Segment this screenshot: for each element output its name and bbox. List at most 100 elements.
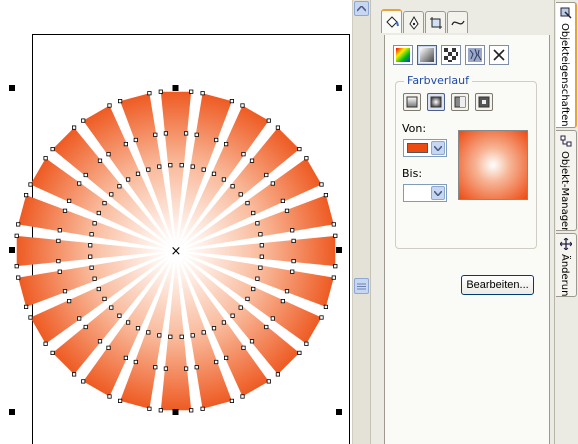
path-node[interactable]	[183, 366, 189, 371]
texture-fill-button[interactable]	[465, 45, 485, 65]
path-node[interactable]	[190, 333, 195, 338]
selection-handle[interactable]	[336, 85, 342, 91]
path-node[interactable]	[270, 181, 275, 186]
path-node[interactable]	[258, 232, 263, 237]
path-node[interactable]	[147, 406, 152, 411]
path-node[interactable]	[83, 172, 88, 178]
path-node[interactable]	[157, 164, 162, 169]
path-node[interactable]	[333, 233, 338, 238]
path-node[interactable]	[290, 228, 295, 233]
path-node[interactable]	[200, 91, 205, 96]
path-node[interactable]	[179, 334, 184, 339]
path-node[interactable]	[135, 171, 141, 176]
path-node[interactable]	[96, 286, 101, 292]
path-node[interactable]	[109, 305, 114, 310]
path-node[interactable]	[106, 345, 111, 350]
path-node[interactable]	[109, 192, 114, 197]
path-node[interactable]	[107, 394, 112, 399]
path-node[interactable]	[249, 339, 255, 344]
to-color-picker[interactable]	[403, 184, 447, 202]
path-node[interactable]	[92, 276, 97, 281]
path-node[interactable]	[97, 339, 103, 344]
selection-handle[interactable]	[9, 85, 15, 91]
path-node[interactable]	[14, 233, 19, 238]
transform-tab[interactable]	[425, 11, 446, 33]
path-node[interactable]	[153, 365, 158, 370]
path-node[interactable]	[290, 269, 295, 274]
path-node[interactable]	[275, 125, 281, 130]
path-node[interactable]	[297, 350, 302, 356]
path-node[interactable]	[57, 228, 62, 233]
path-node[interactable]	[229, 99, 234, 104]
path-node[interactable]	[297, 146, 302, 152]
path-node[interactable]	[43, 156, 48, 161]
path-node[interactable]	[168, 334, 173, 339]
path-node[interactable]	[214, 359, 219, 365]
path-node[interactable]	[194, 365, 199, 370]
side-tab-object-manager[interactable]: Objekt-Manager	[556, 130, 577, 231]
path-node[interactable]	[189, 408, 194, 413]
path-node[interactable]	[96, 210, 101, 216]
path-node[interactable]	[16, 275, 21, 280]
path-node[interactable]	[238, 305, 243, 310]
path-node[interactable]	[291, 238, 296, 243]
path-node[interactable]	[251, 210, 256, 216]
sunburst-drawing[interactable]: ×	[0, 0, 352, 444]
path-node[interactable]	[118, 99, 123, 104]
path-node[interactable]	[77, 316, 82, 321]
path-node[interactable]	[245, 200, 250, 206]
path-node[interactable]	[16, 222, 21, 227]
path-node[interactable]	[211, 326, 217, 331]
path-node[interactable]	[280, 198, 286, 203]
path-node[interactable]	[168, 163, 173, 168]
from-dropdown-arrow[interactable]	[431, 141, 445, 155]
side-tab-object-properties[interactable]: Objekteigenschaften	[556, 2, 577, 128]
path-node[interactable]	[221, 320, 226, 325]
path-node[interactable]	[240, 103, 245, 108]
from-color-picker[interactable]	[403, 139, 447, 157]
path-node[interactable]	[200, 406, 205, 411]
path-node[interactable]	[223, 141, 229, 147]
path-node[interactable]	[89, 265, 94, 270]
path-node[interactable]	[190, 164, 195, 169]
selection-handle[interactable]	[9, 409, 15, 415]
path-node[interactable]	[323, 304, 329, 310]
path-node[interactable]	[102, 200, 107, 206]
to-dropdown-arrow[interactable]	[431, 186, 445, 200]
path-node[interactable]	[221, 177, 226, 182]
path-node[interactable]	[28, 182, 33, 187]
path-node[interactable]	[147, 91, 152, 96]
outline-tab[interactable]	[403, 11, 424, 33]
path-node[interactable]	[266, 118, 271, 123]
path-node[interactable]	[123, 355, 128, 361]
path-node[interactable]	[92, 221, 97, 226]
path-node[interactable]	[179, 163, 184, 168]
path-node[interactable]	[133, 359, 138, 365]
path-node[interactable]	[258, 265, 263, 270]
path-node[interactable]	[319, 315, 324, 320]
path-node[interactable]	[183, 131, 189, 136]
path-node[interactable]	[264, 324, 269, 330]
path-node[interactable]	[123, 141, 128, 147]
path-node[interactable]	[291, 258, 296, 264]
selection-handle[interactable]	[9, 247, 15, 253]
path-node[interactable]	[126, 177, 131, 182]
path-node[interactable]	[255, 276, 260, 281]
center-marker[interactable]: ×	[171, 244, 182, 259]
path-node[interactable]	[72, 125, 77, 130]
path-node[interactable]	[249, 158, 255, 163]
path-node[interactable]	[223, 355, 229, 361]
uniform-fill-button[interactable]	[393, 45, 413, 65]
path-node[interactable]	[259, 254, 264, 259]
path-node[interactable]	[67, 198, 72, 203]
path-node[interactable]	[88, 254, 93, 259]
path-node[interactable]	[163, 131, 168, 136]
path-node[interactable]	[194, 132, 199, 137]
path-node[interactable]	[57, 269, 62, 274]
path-node[interactable]	[23, 304, 29, 310]
linear-gradient-button[interactable]	[403, 93, 421, 111]
path-node[interactable]	[81, 118, 86, 123]
side-tab-transform[interactable]: Änderung	[556, 233, 577, 297]
curve-tab[interactable]	[447, 11, 468, 33]
edit-button[interactable]: Bearbeiten...	[461, 275, 534, 295]
